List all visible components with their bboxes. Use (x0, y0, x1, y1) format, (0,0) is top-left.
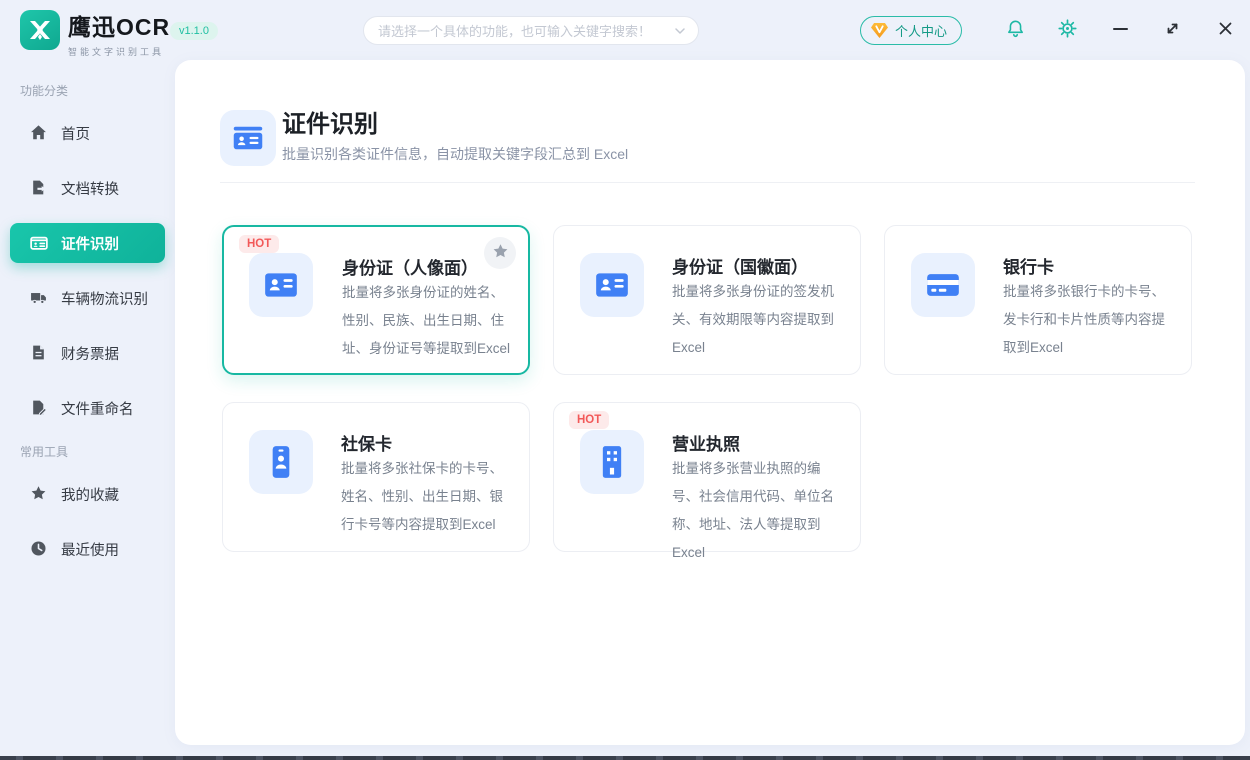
app-window: 鹰迅OCR 智能文字识别工具 v1.1.0 请选择一个具体的功能，也可输入关键字… (0, 0, 1250, 760)
sidebar-item-label: 证件识别 (61, 233, 119, 254)
sidebar-item-vehicle-logistics[interactable]: 车辆物流识别 (10, 278, 165, 318)
sidebar: 功能分类 首页 文档转换 证件识别 车辆物流识别 (0, 60, 175, 760)
function-search-select[interactable]: 请选择一个具体的功能，也可输入关键字搜索！ (363, 16, 699, 45)
sidebar-item-doc-convert[interactable]: 文档转换 (10, 168, 165, 208)
sidebar-item-label: 我的收藏 (61, 484, 119, 505)
receipt-icon (30, 344, 48, 362)
home-icon (30, 124, 48, 142)
app-title: 鹰迅OCR (68, 8, 170, 42)
sidebar-item-home[interactable]: 首页 (10, 113, 165, 153)
card-bank-card[interactable]: 银行卡 批量将多张银行卡的卡号、发卡行和卡片性质等内容提取到Excel (884, 225, 1192, 375)
star-icon (492, 243, 509, 263)
main-panel: 证件识别 批量识别各类证件信息，自动提取关键字段汇总到 Excel HOT 身份… (175, 60, 1245, 745)
id-card-front-icon (249, 253, 313, 317)
card-desc: 批量将多张营业执照的编号、社会信用代码、单位名称、地址、法人等提取到Excel (672, 455, 844, 567)
sidebar-item-label: 文档转换 (61, 178, 119, 199)
card-id-card-back[interactable]: 身份证（国徽面） 批量将多张身份证的签发机关、有效期限等内容提取到Excel (553, 225, 861, 375)
settings-button[interactable] (1045, 0, 1089, 60)
close-button[interactable] (1202, 0, 1248, 60)
resize-icon (1165, 21, 1180, 39)
sidebar-item-label: 最近使用 (61, 539, 119, 560)
notifications-button[interactable] (993, 0, 1037, 60)
favorite-star-button[interactable] (484, 237, 516, 269)
sidebar-item-label: 财务票据 (61, 343, 119, 364)
card-title: 银行卡 (1003, 253, 1054, 278)
chevron-down-icon (674, 25, 686, 37)
sidebar-item-certificate-recognition[interactable]: 证件识别 (10, 223, 165, 263)
sidebar-section-label: 功能分类 (20, 82, 175, 99)
business-license-icon (580, 430, 644, 494)
sidebar-item-recent[interactable]: 最近使用 (10, 529, 165, 569)
bank-card-icon (911, 253, 975, 317)
sidebar-item-label: 车辆物流识别 (61, 288, 148, 309)
card-desc: 批量将多张身份证的姓名、性别、民族、出生日期、住址、身份证号等提取到Excel (342, 279, 514, 363)
user-center-label: 个人中心 (895, 21, 947, 40)
clock-icon (30, 540, 48, 558)
star-icon (30, 485, 48, 503)
app-logo-icon (20, 10, 60, 50)
card-social-security-card[interactable]: 社保卡 批量将多张社保卡的卡号、姓名、性别、出生日期、银行卡号等内容提取到Exc… (222, 402, 530, 552)
card-desc: 批量将多张身份证的签发机关、有效期限等内容提取到Excel (672, 278, 844, 362)
id-card-back-icon (580, 253, 644, 317)
sidebar-item-favorites[interactable]: 我的收藏 (10, 474, 165, 514)
sidebar-section-label: 常用工具 (20, 443, 175, 460)
page-subtitle: 批量识别各类证件信息，自动提取关键字段汇总到 Excel (282, 144, 628, 164)
gear-icon (1058, 19, 1077, 41)
card-title: 社保卡 (341, 430, 392, 455)
sidebar-item-file-rename[interactable]: 文件重命名 (10, 388, 165, 428)
sidebar-item-label: 文件重命名 (61, 398, 134, 419)
version-badge: v1.1.0 (170, 22, 218, 40)
hot-badge: HOT (569, 411, 609, 429)
background-taskbar-strip (0, 756, 1250, 760)
brand: 鹰迅OCR 智能文字识别工具 (68, 8, 170, 58)
search-placeholder: 请选择一个具体的功能，也可输入关键字搜索！ (378, 21, 668, 40)
id-card-icon (30, 234, 48, 252)
feature-card-grid: HOT 身份证（人像面） 批量将多张身份证的姓名、性别、民族、出生日期、住址、身… (222, 225, 1192, 552)
id-card-icon (220, 110, 276, 166)
vip-gem-icon (871, 23, 888, 38)
file-rename-icon (30, 399, 48, 417)
card-title: 身份证（国徽面） (672, 253, 808, 278)
close-icon (1218, 21, 1233, 39)
minimize-icon (1113, 21, 1128, 39)
card-title: 身份证（人像面） (342, 254, 478, 279)
truck-icon (30, 289, 48, 307)
minimize-button[interactable] (1097, 0, 1143, 60)
resize-button[interactable] (1149, 0, 1195, 60)
divider (220, 182, 1195, 183)
card-title: 营业执照 (672, 430, 740, 455)
user-center-button[interactable]: 个人中心 (860, 16, 962, 45)
app-subtitle: 智能文字识别工具 (68, 45, 170, 58)
page-title: 证件识别 (282, 104, 378, 139)
card-id-card-front[interactable]: HOT 身份证（人像面） 批量将多张身份证的姓名、性别、民族、出生日期、住址、身… (222, 225, 530, 375)
hot-badge: HOT (239, 235, 279, 253)
card-desc: 批量将多张银行卡的卡号、发卡行和卡片性质等内容提取到Excel (1003, 278, 1175, 362)
card-desc: 批量将多张社保卡的卡号、姓名、性别、出生日期、银行卡号等内容提取到Excel (341, 455, 513, 539)
doc-convert-icon (30, 179, 48, 197)
topbar: 鹰迅OCR 智能文字识别工具 v1.1.0 请选择一个具体的功能，也可输入关键字… (0, 0, 1250, 60)
bell-icon (1006, 19, 1025, 41)
card-business-license[interactable]: HOT 营业执照 批量将多张营业执照的编号、社会信用代码、单位名称、地址、法人等… (553, 402, 861, 552)
sidebar-item-label: 首页 (61, 123, 90, 144)
social-security-card-icon (249, 430, 313, 494)
sidebar-item-financial-receipts[interactable]: 财务票据 (10, 333, 165, 373)
